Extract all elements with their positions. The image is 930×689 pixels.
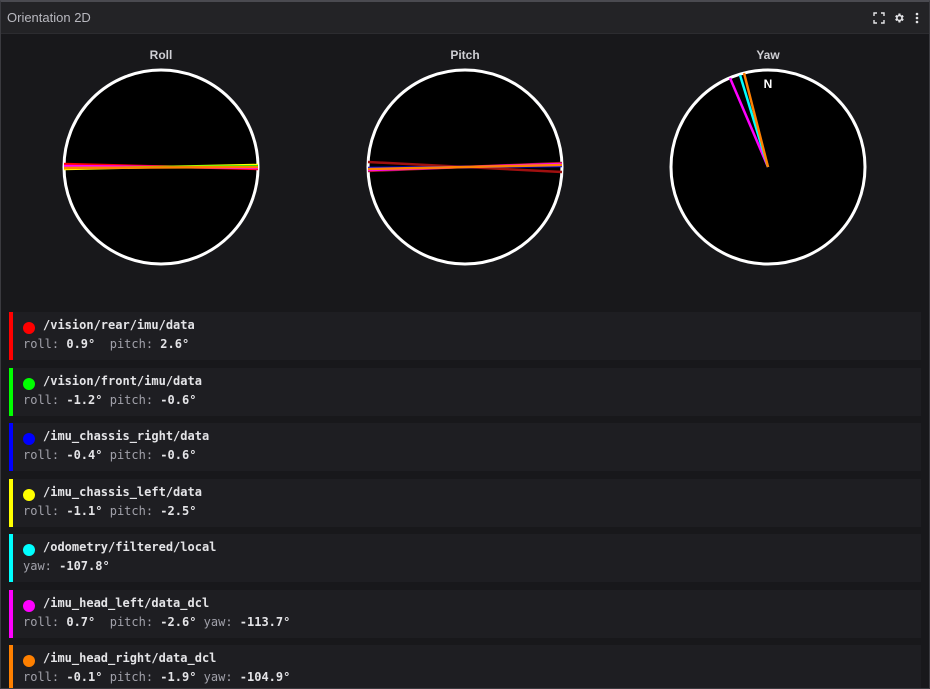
value-key: roll:: [23, 392, 67, 407]
value-number: -1.9°: [160, 670, 197, 684]
fullscreen-icon[interactable]: [873, 11, 885, 24]
value-key: pitch:: [109, 670, 161, 684]
value-number: -107.8°: [59, 559, 110, 573]
topic-values: roll: -1.1° pitch: -2.5°: [23, 504, 196, 518]
color-dot-icon: [23, 544, 35, 556]
orientation-panel: Orientation 2D Roll Pitch Yaw N /vision/…: [0, 0, 930, 689]
value-key: pitch:: [109, 614, 161, 629]
more-vert-icon[interactable]: [913, 12, 921, 24]
color-dot-icon: [23, 488, 35, 501]
value-key: roll:: [23, 503, 67, 518]
value-number: -0.1°: [66, 670, 103, 684]
topic-values: roll: -1.2° pitch: -0.6°: [23, 393, 196, 407]
roll-gauge: Roll: [61, 42, 261, 272]
value-key: roll:: [23, 337, 67, 351]
topic-values: roll: -0.1° pitch: -1.9° yaw: -104.9°: [23, 670, 290, 684]
color-dot-icon: [23, 433, 35, 445]
topic-row: /imu_chassis_right/data roll: -0.4° pitch…: [9, 423, 921, 471]
value-number: -0.6°: [160, 448, 197, 462]
value-key: yaw:: [203, 670, 240, 684]
value-key: yaw:: [23, 559, 60, 573]
value-number: -0.6°: [160, 392, 197, 407]
roll-label: Roll: [149, 48, 173, 62]
value-key: pitch:: [109, 503, 161, 518]
topic-row: /vision/rear/imu/data roll: 0.9° pitch: 2…: [9, 312, 921, 360]
value-sep: [196, 670, 203, 684]
value-number: -0.4°: [66, 448, 103, 462]
value-number: -1.2°: [66, 392, 103, 407]
north-label: N: [764, 77, 773, 91]
gear-icon[interactable]: [893, 12, 905, 24]
roll-dial: [62, 68, 260, 266]
value-key: roll:: [23, 448, 67, 462]
value-number: -113.7°: [239, 614, 291, 629]
value-key: pitch:: [109, 448, 161, 462]
panel-header: Orientation 2D: [1, 2, 929, 34]
value-sep: [102, 670, 109, 684]
value-key: roll:: [23, 670, 67, 684]
value-sep: [102, 393, 109, 407]
value-sep: [196, 615, 203, 629]
panel-title: Orientation 2D: [7, 10, 91, 25]
value-key: pitch:: [109, 392, 161, 407]
topic-row: /imu_head_left/data_dcl roll: 0.7° pitch:…: [9, 589, 921, 638]
color-dot-icon: [23, 655, 35, 667]
header-actions: [873, 11, 921, 24]
value-number: 0.7°: [66, 614, 96, 629]
value-number: 2.6°: [160, 337, 190, 351]
pitch-label: Pitch: [450, 48, 480, 62]
value-key: yaw:: [203, 614, 240, 629]
value-sep: [102, 504, 109, 518]
topic-values: roll: -0.4° pitch: -0.6°: [23, 448, 196, 462]
topic-name: /imu_chassis_right/data: [43, 429, 210, 443]
pitch-dial: [366, 68, 564, 266]
value-number: -104.9°: [239, 670, 291, 684]
value-sep: [95, 615, 109, 629]
topic-name: /imu_head_left/data_dcl: [43, 595, 210, 610]
pitch-gauge: Pitch: [365, 42, 565, 272]
topic-name: /imu_chassis_left/data: [43, 484, 202, 499]
color-dot-icon: [23, 322, 35, 334]
yaw-label: Yaw: [756, 48, 780, 62]
topic-row: /odometry/filtered/local yaw: -107.8°: [9, 534, 921, 582]
value-sep: [102, 448, 109, 462]
topic-name: /vision/front/imu/data: [43, 373, 202, 388]
topic-name: /imu_head_right/data_dcl: [43, 651, 217, 665]
topic-values: yaw: -107.8°: [23, 559, 110, 573]
topic-row: /imu_chassis_left/data roll: -1.1° pitch:…: [9, 478, 921, 527]
value-number: -1.1°: [66, 503, 103, 518]
value-key: roll:: [23, 614, 67, 629]
value-number: -2.6°: [160, 614, 197, 629]
color-dot-icon: [23, 599, 35, 612]
topic-row: /imu_head_right/data_dcl roll: -0.1° pitc…: [9, 645, 921, 688]
yaw-gauge: Yaw N: [668, 42, 868, 272]
value-key: pitch:: [109, 337, 161, 351]
color-dot-icon: [23, 377, 35, 390]
value-number: -2.5°: [160, 503, 197, 518]
yaw-dial: N: [669, 68, 867, 266]
topic-row: /vision/front/imu/data roll: -1.2° pitch:…: [9, 367, 921, 416]
gauges-area: Roll Pitch Yaw N: [1, 34, 929, 312]
value-number: 0.9°: [66, 337, 96, 351]
topic-list: /vision/rear/imu/data roll: 0.9° pitch: 2…: [9, 312, 921, 688]
topic-values: roll: 0.9° pitch: 2.6°: [23, 337, 189, 351]
topic-values: roll: 0.7° pitch: -2.6° yaw: -113.7°: [23, 615, 290, 629]
topic-name: /odometry/filtered/local: [43, 540, 217, 554]
value-sep: [95, 337, 109, 351]
topic-name: /vision/rear/imu/data: [43, 318, 195, 332]
